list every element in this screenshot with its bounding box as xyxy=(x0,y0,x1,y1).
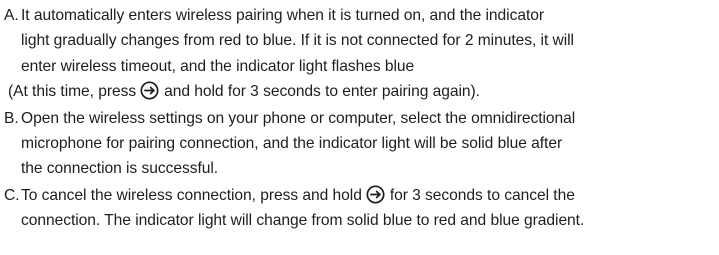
item-a-text: It automatically enters wireless pairing… xyxy=(8,3,719,105)
item-b-text: Open the wireless settings on your phone… xyxy=(21,106,719,182)
item-c-line-1: To cancel the wireless connection, press… xyxy=(21,183,719,208)
item-c-line-1-before: To cancel the wireless connection, press… xyxy=(21,186,362,204)
item-marker-a: A. xyxy=(4,7,19,24)
item-marker-c: C. xyxy=(4,186,20,204)
instruction-list: A. It automatically enters wireless pair… xyxy=(0,0,719,255)
item-b-line-1: Open the wireless settings on your phone… xyxy=(21,109,576,127)
item-marker-b: B. xyxy=(4,109,19,127)
item-c-text: To cancel the wireless connection, press… xyxy=(21,183,719,234)
item-c-line-2: connection. The indicator light will cha… xyxy=(21,212,585,230)
item-a-line-1: It automatically enters wireless pairing… xyxy=(21,7,544,24)
instruction-item-a: A. It automatically enters wireless pair… xyxy=(4,3,719,105)
instruction-item-b: B. Open the wireless settings on your ph… xyxy=(4,106,719,182)
item-b-line-3: the connection is successful. xyxy=(21,160,219,178)
item-b-line-2: microphone for pairing connection, and t… xyxy=(21,135,563,153)
item-a-line-4-before: (At this time, press xyxy=(8,83,137,101)
item-a-line-2: light gradually changes from red to blue… xyxy=(21,32,574,50)
circled-right-arrow-icon xyxy=(366,185,385,204)
item-a-line-3: enter wireless timeout, and the indicato… xyxy=(21,57,415,75)
instruction-item-c: C. To cancel the wireless connection, pr… xyxy=(4,183,719,234)
item-a-line-4: (At this time, press and hold for 3 seco… xyxy=(8,79,719,104)
item-a-line-4-after: and hold for 3 seconds to enter pairing … xyxy=(164,83,480,101)
item-c-line-1-after: for 3 seconds to cancel the xyxy=(389,186,575,204)
circled-right-arrow-icon xyxy=(140,81,159,100)
